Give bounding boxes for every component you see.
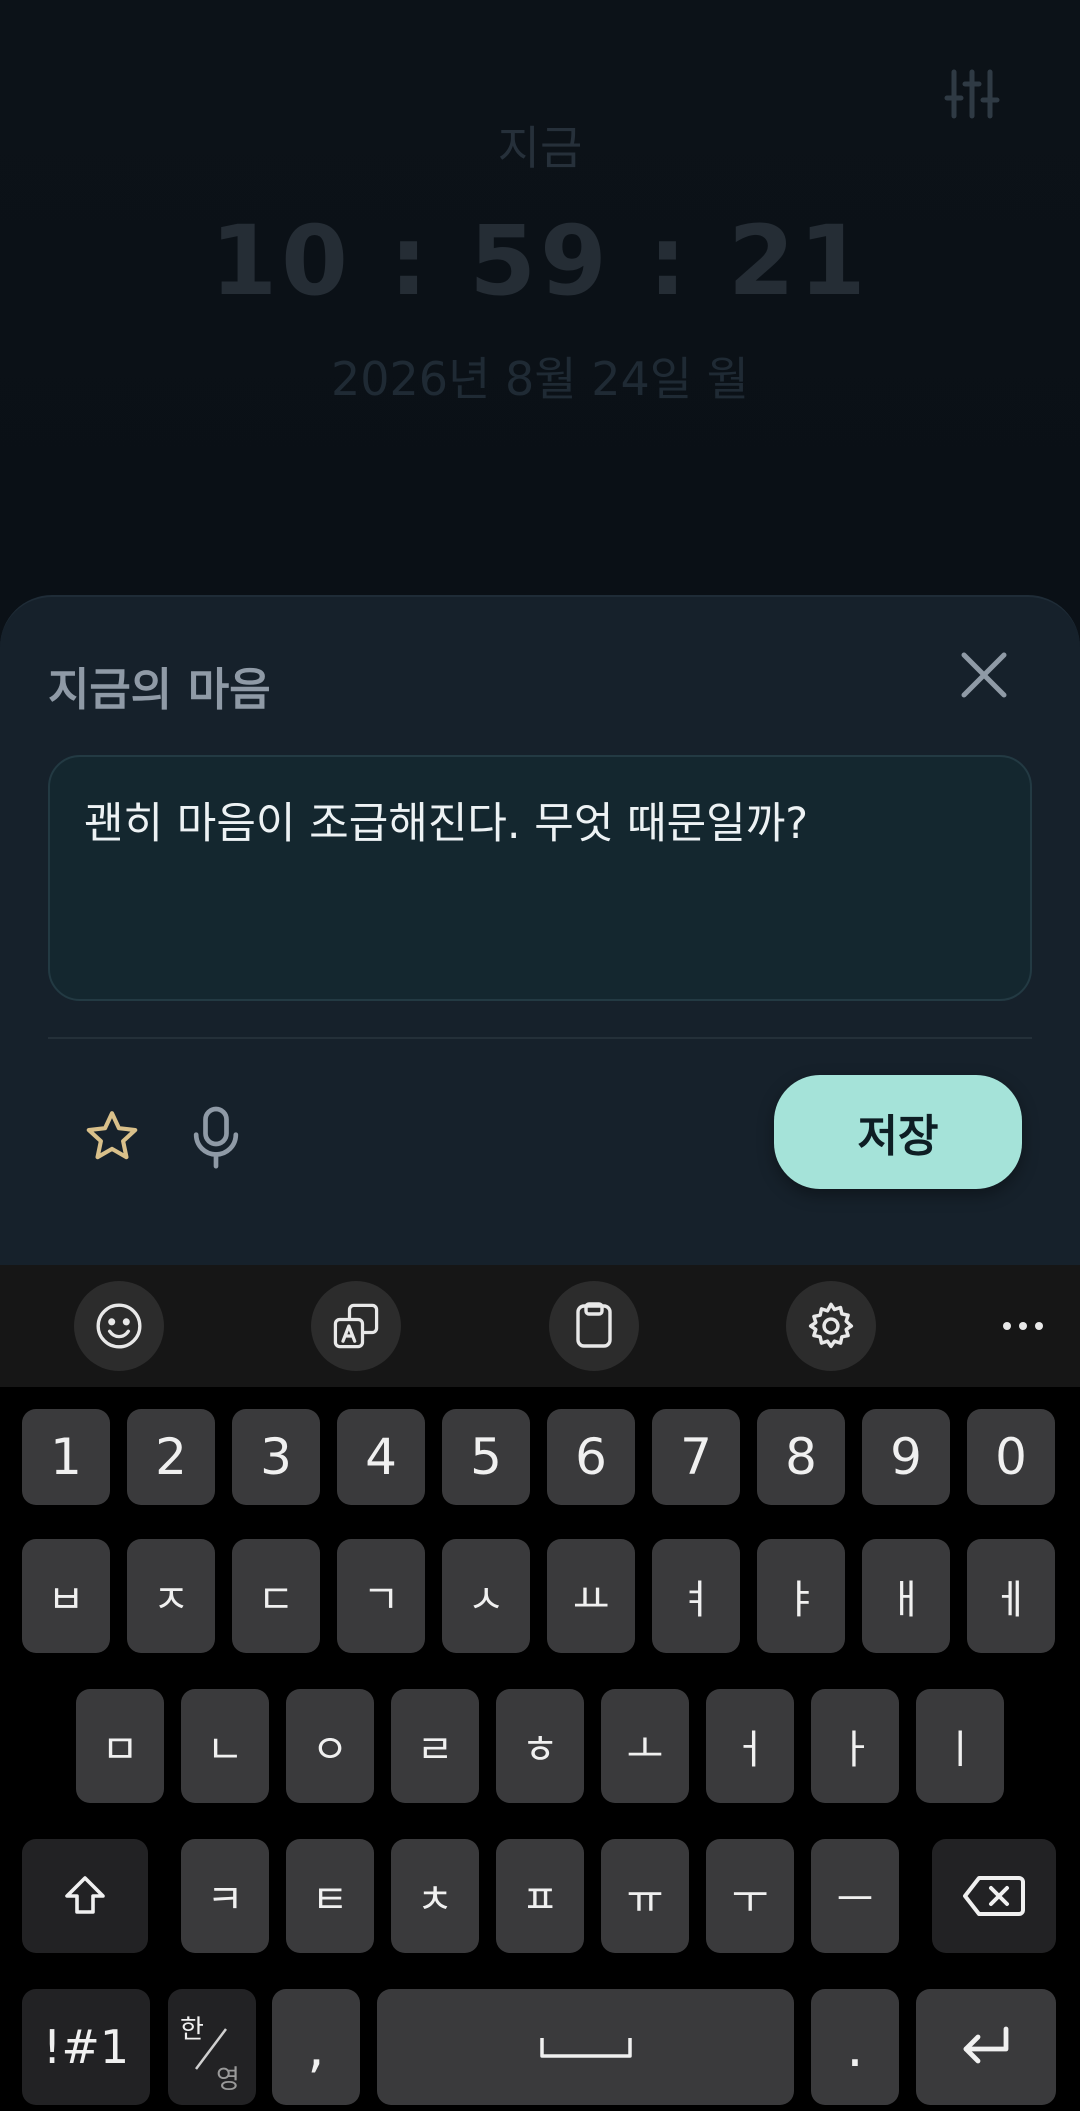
key-7[interactable]: 7 <box>652 1409 740 1505</box>
more-icon <box>1003 1322 1043 1330</box>
key-u[interactable]: ㅜ <box>706 1839 794 1953</box>
key-9[interactable]: 9 <box>862 1409 950 1505</box>
key-hieut[interactable]: ㅎ <box>496 1689 584 1803</box>
clipboard-button[interactable] <box>549 1281 639 1371</box>
key-mieum[interactable]: ㅁ <box>76 1689 164 1803</box>
close-button[interactable] <box>952 643 1016 707</box>
symbols-key[interactable]: !#1 <box>22 1989 150 2105</box>
key-ya[interactable]: ㅑ <box>757 1539 845 1653</box>
close-icon <box>961 652 1007 698</box>
shift-icon <box>65 1876 105 1914</box>
key-eu[interactable]: ㅡ <box>811 1839 899 1953</box>
key-pieup[interactable]: ㅍ <box>496 1839 584 1953</box>
keyboard-settings-button[interactable] <box>786 1281 876 1371</box>
clock-time: 10 : 59 : 21 <box>210 205 870 317</box>
clock-date: 2026년 8월 24일 월 <box>330 352 749 406</box>
key-digeut[interactable]: ㄷ <box>232 1539 320 1653</box>
key-4[interactable]: 4 <box>337 1409 425 1505</box>
comma-key[interactable]: , <box>272 1989 360 2105</box>
key-nieun[interactable]: ㄴ <box>181 1689 269 1803</box>
key-tieut[interactable]: ㅌ <box>286 1839 374 1953</box>
emoji-button[interactable] <box>74 1281 164 1371</box>
microphone-icon <box>193 1106 239 1169</box>
key-a[interactable]: ㅏ <box>811 1689 899 1803</box>
key-5[interactable]: 5 <box>442 1409 530 1505</box>
key-ieung[interactable]: ㅇ <box>286 1689 374 1803</box>
key-0[interactable]: 0 <box>967 1409 1055 1505</box>
keyboard-toolbar <box>0 1265 1080 1387</box>
key-6[interactable]: 6 <box>547 1409 635 1505</box>
backspace-icon <box>963 1876 1025 1916</box>
key-bieup[interactable]: ㅂ <box>22 1539 110 1653</box>
enter-icon <box>963 2026 1009 2064</box>
star-icon <box>86 1111 138 1160</box>
key-chieut[interactable]: ㅊ <box>391 1839 479 1953</box>
key-yo[interactable]: ㅛ <box>547 1539 635 1653</box>
key-o[interactable]: ㅗ <box>601 1689 689 1803</box>
emoji-icon <box>96 1303 142 1349</box>
note-text: 괜히 마음이 조급해진다. 무엇 때문일까? <box>84 799 809 849</box>
favorite-button[interactable] <box>72 1097 152 1177</box>
key-i[interactable]: ㅣ <box>916 1689 1004 1803</box>
translate-button[interactable] <box>311 1281 401 1371</box>
clock-label: 지금 <box>497 121 583 175</box>
settings-icon <box>808 1302 854 1349</box>
key-1[interactable]: 1 <box>22 1409 110 1505</box>
key-giyeok[interactable]: ㄱ <box>337 1539 425 1653</box>
key-siot[interactable]: ㅅ <box>442 1539 530 1653</box>
key-2[interactable]: 2 <box>127 1409 215 1505</box>
note-input[interactable]: 괜히 마음이 조급해진다. 무엇 때문일까? <box>48 755 1032 1001</box>
lang-divider-icon <box>195 2028 227 2070</box>
key-yu[interactable]: ㅠ <box>601 1839 689 1953</box>
more-options-button[interactable] <box>978 1281 1068 1371</box>
key-8[interactable]: 8 <box>757 1409 845 1505</box>
key-jieut[interactable]: ㅈ <box>127 1539 215 1653</box>
lang-english-label: 영 <box>216 2065 240 2095</box>
enter-key[interactable] <box>916 1989 1056 2105</box>
clock-background: 지금 10 : 59 : 21 2026년 8월 24일 월 <box>0 0 1080 600</box>
key-3[interactable]: 3 <box>232 1409 320 1505</box>
translate-icon <box>333 1303 379 1349</box>
key-ae[interactable]: ㅐ <box>862 1539 950 1653</box>
language-switch-key[interactable]: 한 영 <box>168 1989 256 2105</box>
space-icon <box>539 2038 632 2058</box>
key-eo[interactable]: ㅓ <box>706 1689 794 1803</box>
key-kieuk[interactable]: ㅋ <box>181 1839 269 1953</box>
clipboard-icon <box>576 1302 612 1348</box>
period-key[interactable]: . <box>811 1989 899 2105</box>
sheet-title: 지금의 마음 <box>48 663 271 716</box>
mood-bottom-sheet: 지금의 마음 괜히 마음이 조급해진다. 무엇 때문일까? 저장 <box>0 595 1080 1265</box>
shift-key[interactable] <box>22 1839 148 1953</box>
key-yeo[interactable]: ㅕ <box>652 1539 740 1653</box>
key-rieul[interactable]: ㄹ <box>391 1689 479 1803</box>
divider <box>48 1037 1032 1039</box>
save-button[interactable]: 저장 <box>774 1075 1022 1189</box>
space-key[interactable] <box>377 1989 794 2105</box>
key-e[interactable]: ㅔ <box>967 1539 1055 1653</box>
voice-input-button[interactable] <box>176 1097 256 1177</box>
backspace-key[interactable] <box>932 1839 1056 1953</box>
keyboard: 1 2 3 4 5 6 7 8 9 0 ㅂ ㅈ ㄷ ㄱ ㅅ ㅛ ㅕ ㅑ ㅐ ㅔ … <box>0 1387 1080 2111</box>
